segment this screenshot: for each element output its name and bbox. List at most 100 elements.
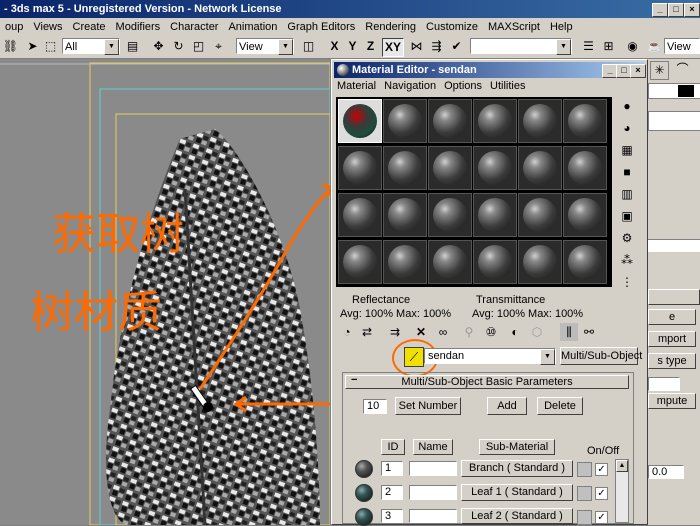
rollout-collapse-icon[interactable]: − bbox=[351, 374, 357, 386]
row-name-field[interactable] bbox=[409, 461, 457, 476]
sample-slot[interactable] bbox=[428, 193, 472, 237]
restrict-z-button[interactable]: Z bbox=[362, 38, 379, 55]
rotate-icon[interactable]: ↻ bbox=[170, 38, 187, 55]
row-on-checkbox[interactable]: ✓ bbox=[595, 511, 608, 524]
mirror-icon[interactable]: ⋈ bbox=[408, 38, 425, 55]
sample-slot[interactable] bbox=[563, 240, 607, 284]
manipulate-icon[interactable]: ⌖ bbox=[210, 38, 227, 55]
sample-uv-tiling-icon[interactable]: ■ bbox=[618, 163, 636, 181]
move-icon[interactable]: ✥ bbox=[150, 38, 167, 55]
sample-slot[interactable] bbox=[518, 240, 562, 284]
restrict-y-button[interactable]: Y bbox=[344, 38, 361, 55]
menu-modifiers[interactable]: Modifiers bbox=[111, 18, 166, 33]
set-number-button[interactable]: Set Number bbox=[395, 397, 461, 415]
menu-views[interactable]: Views bbox=[28, 18, 67, 33]
select-by-material-icon[interactable]: ⁂ bbox=[618, 251, 636, 269]
selection-filter-dropdown[interactable]: All ▼ bbox=[62, 38, 120, 55]
select-region-icon[interactable]: ⬚ bbox=[42, 38, 59, 55]
sample-slot-active[interactable] bbox=[338, 99, 382, 143]
minimize-button[interactable]: _ bbox=[652, 3, 668, 17]
video-color-check-icon[interactable]: ▥ bbox=[618, 185, 636, 203]
submaterial-button[interactable]: Branch ( Standard ) bbox=[461, 460, 573, 477]
mat-menu-material[interactable]: Material bbox=[334, 79, 381, 92]
close-button[interactable]: × bbox=[684, 3, 700, 17]
row-on-checkbox[interactable]: ✓ bbox=[595, 487, 608, 500]
put-to-scene-icon[interactable]: ⇄ bbox=[358, 323, 376, 341]
sample-slot[interactable] bbox=[563, 193, 607, 237]
type-button[interactable]: s type bbox=[648, 353, 696, 369]
get-material-icon[interactable]: ◔ bbox=[338, 323, 356, 341]
scroll-up-icon[interactable]: ▲ bbox=[616, 460, 628, 472]
material-name-dropdown[interactable]: sendan ▼ bbox=[424, 348, 556, 365]
perspective-viewport[interactable]: 获取树 树材质 bbox=[0, 59, 330, 525]
submaterial-button[interactable]: Leaf 2 ( Standard ) bbox=[461, 508, 573, 524]
row-id-field[interactable]: 3 bbox=[381, 509, 403, 523]
named-selection-dropdown[interactable]: ▼ bbox=[470, 38, 572, 55]
panel-spinner-field[interactable] bbox=[648, 377, 680, 391]
sample-slot[interactable] bbox=[428, 240, 472, 284]
restrict-xy-button[interactable]: XY bbox=[382, 38, 404, 57]
show-map-in-viewport-icon[interactable]: ◐ bbox=[506, 323, 524, 341]
modifier-list-dropdown[interactable] bbox=[648, 111, 700, 131]
menu-create[interactable]: Create bbox=[68, 18, 111, 33]
maximize-button[interactable]: □ bbox=[668, 3, 684, 17]
show-end-result-icon[interactable]: ⬡ bbox=[528, 323, 546, 341]
material-count-field[interactable]: 10 bbox=[363, 399, 387, 414]
bind-icon[interactable]: ⛓ bbox=[2, 38, 19, 55]
menu-animation[interactable]: Animation bbox=[223, 18, 282, 33]
compute-button[interactable]: mpute bbox=[648, 393, 696, 409]
go-to-parent-icon[interactable]: ⫼ bbox=[560, 323, 578, 341]
object-color-swatch[interactable] bbox=[678, 85, 694, 97]
rollout-scrollbar[interactable]: ▲ bbox=[615, 459, 629, 523]
background-checker-icon[interactable]: ▦ bbox=[618, 141, 636, 159]
sample-slot[interactable] bbox=[338, 240, 382, 284]
track-view-icon[interactable]: ☰ bbox=[580, 38, 597, 55]
e-button[interactable]: e bbox=[648, 309, 696, 325]
material-effects-channel-icon[interactable]: ⑩ bbox=[482, 323, 500, 341]
select-arrow-icon[interactable]: ➤ bbox=[24, 38, 41, 55]
mat-close-button[interactable]: × bbox=[630, 64, 646, 78]
create-tab-icon[interactable]: ✳ bbox=[650, 61, 669, 80]
sort-by-submaterial-button[interactable]: Sub-Material bbox=[479, 439, 555, 455]
sample-slot[interactable] bbox=[563, 99, 607, 143]
go-forward-to-sibling-icon[interactable]: ⚯ bbox=[580, 323, 598, 341]
row-on-checkbox[interactable]: ✓ bbox=[595, 463, 608, 476]
render-scene-icon[interactable]: ☕ bbox=[646, 38, 663, 55]
mat-menu-navigation[interactable]: Navigation bbox=[381, 79, 441, 92]
row-name-field[interactable] bbox=[409, 485, 457, 500]
panel-value-field[interactable]: 0.0 bbox=[648, 465, 684, 479]
make-preview-icon[interactable]: ▣ bbox=[618, 207, 636, 225]
align-icon[interactable]: ⇶ bbox=[428, 38, 445, 55]
sample-slot[interactable] bbox=[563, 146, 607, 190]
material-type-button[interactable]: Multi/Sub-Object bbox=[560, 347, 642, 365]
sample-slot[interactable] bbox=[518, 99, 562, 143]
row-id-field[interactable]: 2 bbox=[381, 485, 403, 500]
modify-tab-icon[interactable]: ⌒ bbox=[674, 61, 691, 78]
render-type-dropdown[interactable]: View bbox=[664, 38, 700, 54]
sample-slot[interactable] bbox=[383, 240, 427, 284]
restrict-x-button[interactable]: X bbox=[326, 38, 343, 55]
material-map-navigator-icon[interactable]: ⋮ bbox=[618, 273, 636, 291]
menu-maxscript[interactable]: MAXScript bbox=[483, 18, 545, 33]
backlight-icon[interactable]: ◕ bbox=[618, 119, 636, 137]
put-to-library-icon[interactable]: ⚲ bbox=[460, 323, 478, 341]
sample-slot[interactable] bbox=[473, 99, 517, 143]
sample-type-icon[interactable]: ● bbox=[618, 97, 636, 115]
mat-menu-options[interactable]: Options bbox=[441, 79, 487, 92]
schematic-view-icon[interactable]: ⊞ bbox=[600, 38, 617, 55]
import-button[interactable]: mport bbox=[648, 331, 696, 347]
rollout-header[interactable] bbox=[648, 289, 700, 305]
select-by-name-icon[interactable]: ▤ bbox=[124, 38, 141, 55]
sort-by-name-button[interactable]: Name bbox=[413, 439, 453, 455]
make-unique-icon[interactable]: ∞ bbox=[434, 323, 452, 341]
sample-slot[interactable] bbox=[338, 146, 382, 190]
row-color-swatch[interactable] bbox=[577, 510, 592, 525]
menu-rendering[interactable]: Rendering bbox=[360, 18, 421, 33]
menu-group[interactable]: oup bbox=[0, 18, 28, 33]
sample-slot[interactable] bbox=[473, 146, 517, 190]
mat-menu-utilities[interactable]: Utilities bbox=[487, 79, 530, 92]
row-color-swatch[interactable] bbox=[577, 462, 592, 477]
sample-slot[interactable] bbox=[383, 99, 427, 143]
pivot-center-icon[interactable]: ◫ bbox=[300, 38, 317, 55]
menu-customize[interactable]: Customize bbox=[421, 18, 483, 33]
